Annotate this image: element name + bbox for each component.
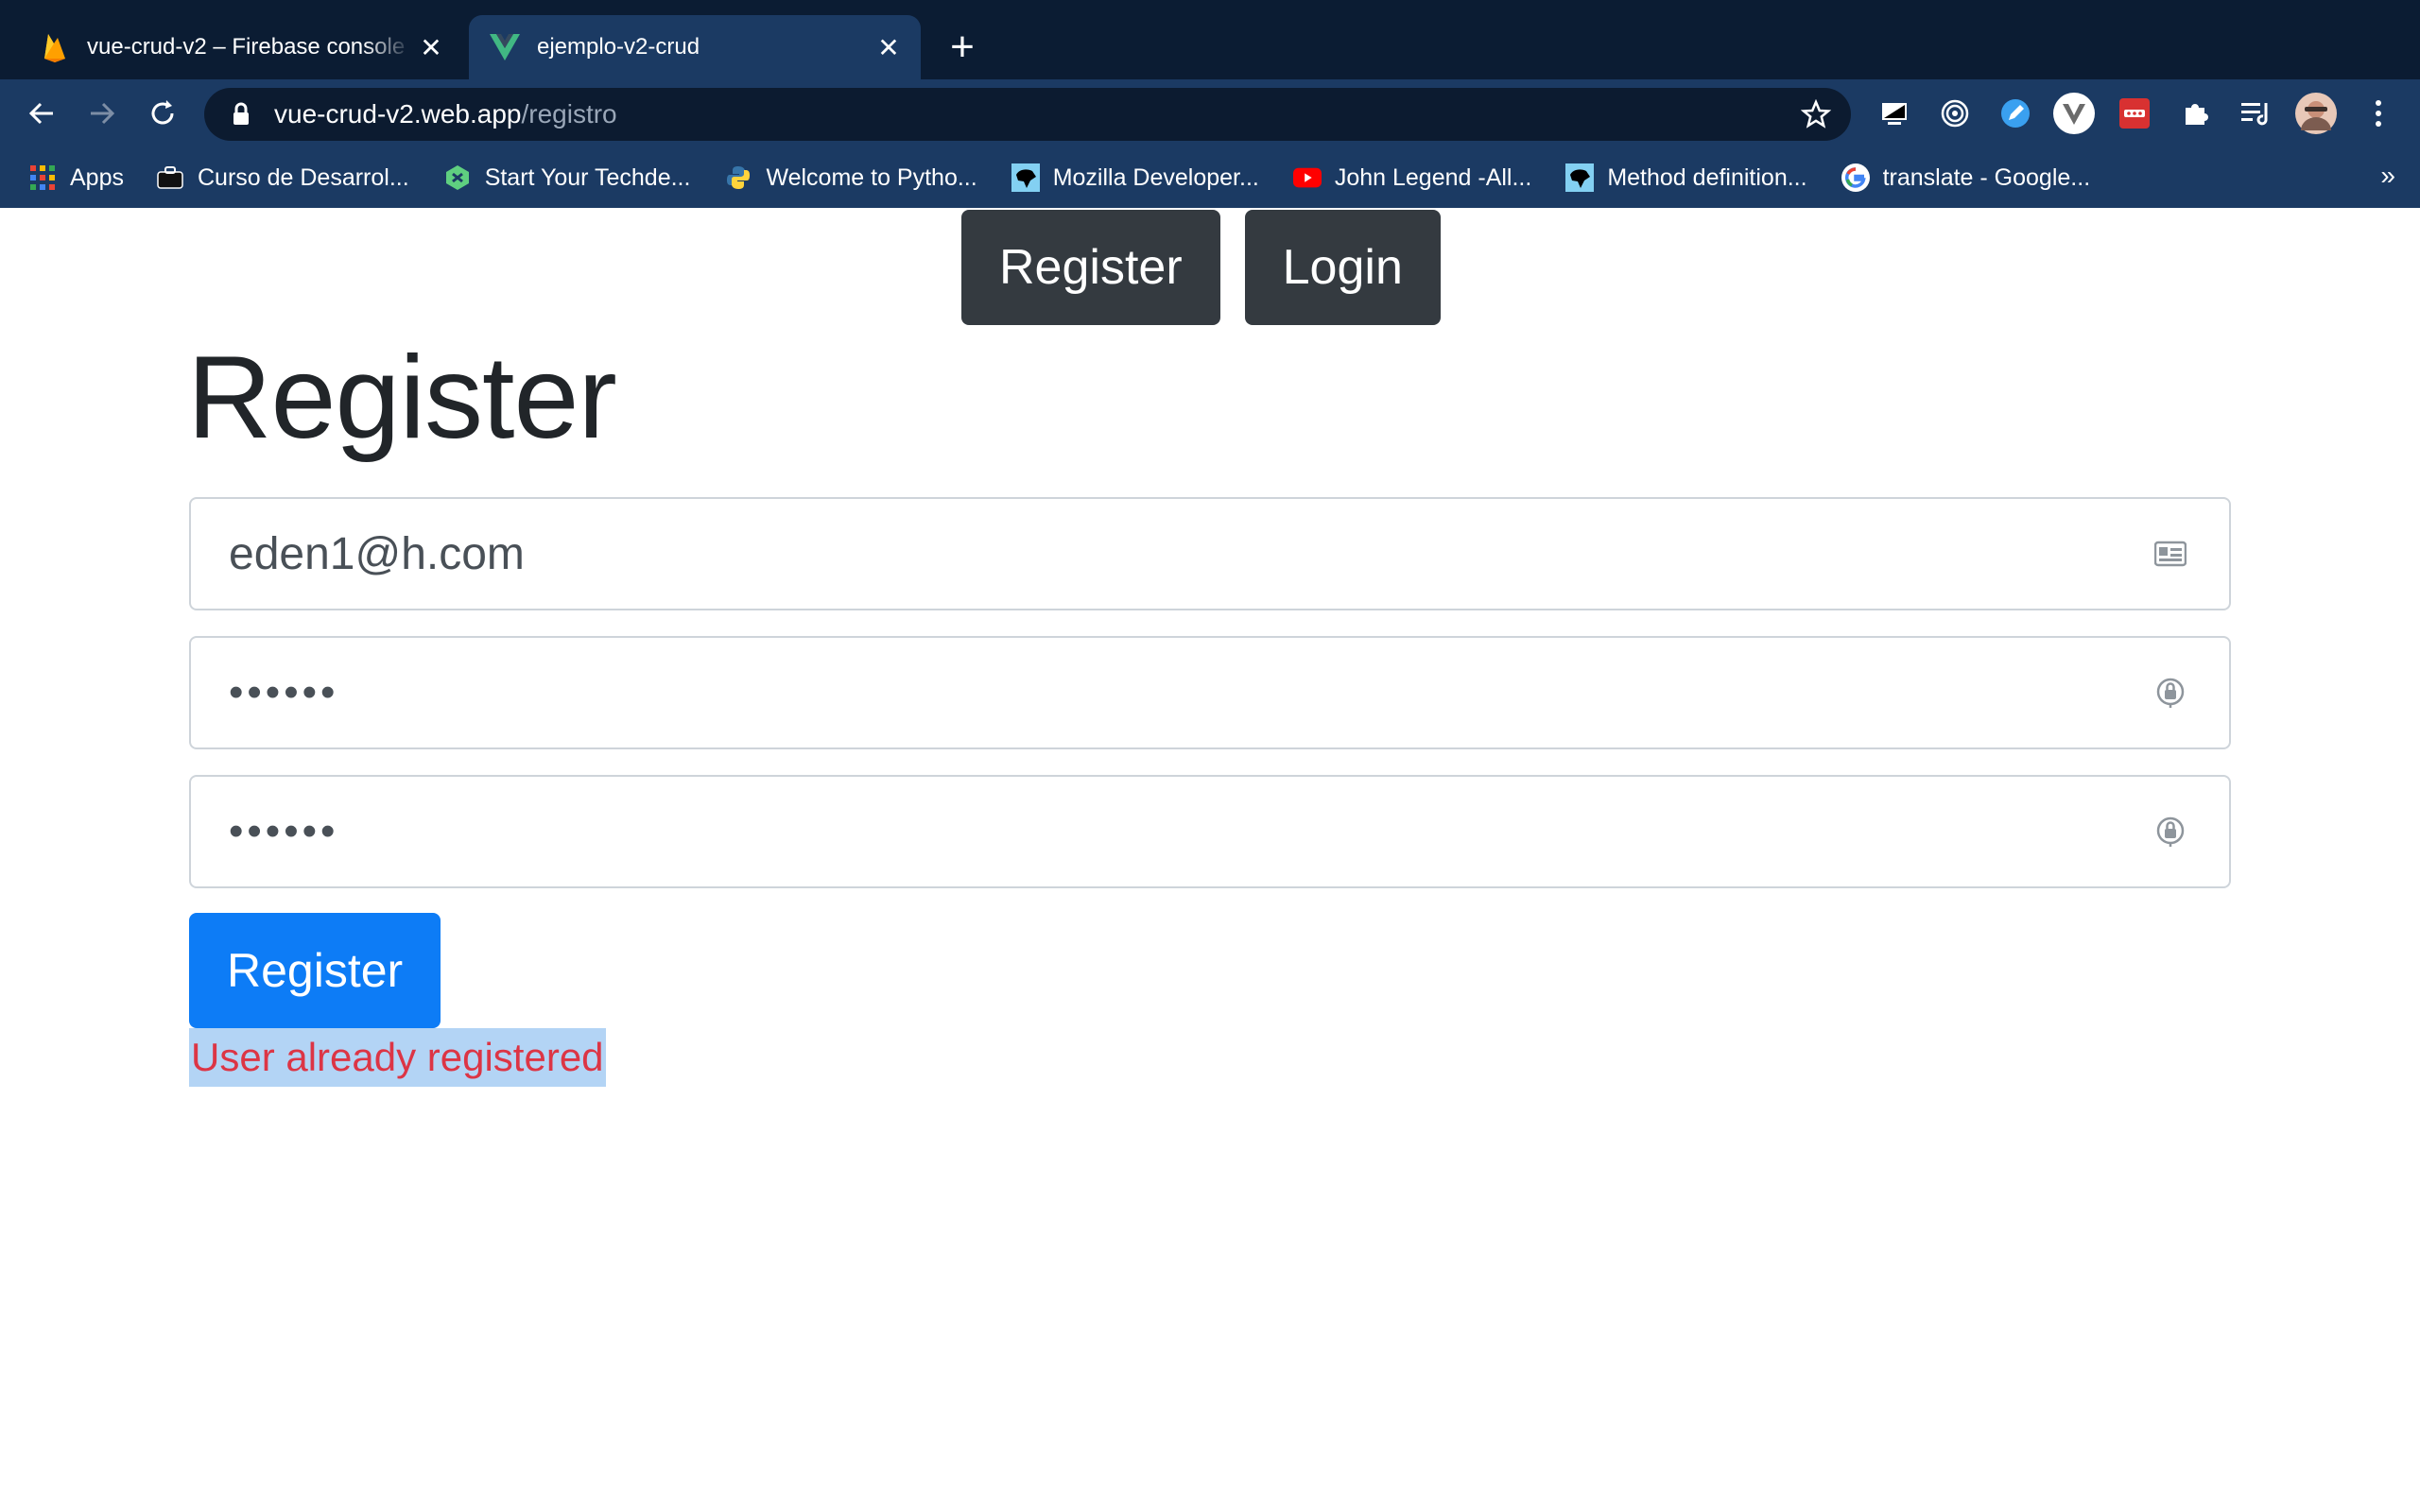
register-submit-button[interactable]: Register	[189, 913, 441, 1028]
firebase-icon	[40, 32, 70, 62]
bookmark-youtube[interactable]: John Legend -All...	[1292, 147, 1532, 208]
bookmark-label: Welcome to Pytho...	[766, 163, 977, 191]
bookmark-star-icon[interactable]	[1798, 96, 1834, 132]
nav-register-button[interactable]: Register	[961, 210, 1220, 325]
bookmark-label: Apps	[70, 163, 124, 191]
bookmark-mdn[interactable]: Mozilla Developer...	[1011, 147, 1259, 208]
pen-extension-icon[interactable]	[1995, 93, 2036, 134]
bookmark-google-translate[interactable]: translate - Google...	[1841, 147, 2091, 208]
key-icon[interactable]	[2153, 815, 2187, 849]
bookmark-label: translate - Google...	[1882, 163, 2091, 191]
apps-grid-icon	[28, 163, 57, 192]
password-field[interactable]: ••••••	[189, 636, 2231, 749]
tab-title: vue-crud-v2 – Firebase console	[87, 34, 406, 60]
bookmarks-bar: Apps Curso de Desarrol... Start Your Tec…	[0, 147, 2420, 208]
tab-ejemplo-v2-crud[interactable]: ejemplo-v2-crud ✕	[469, 15, 921, 79]
google-icon	[1841, 163, 1870, 192]
more-menu-icon[interactable]	[2358, 93, 2399, 134]
close-tab-icon[interactable]: ✕	[412, 28, 450, 66]
contact-card-icon[interactable]	[2153, 537, 2187, 571]
new-tab-button[interactable]: +	[942, 26, 983, 68]
avatar[interactable]	[2295, 93, 2337, 134]
confirm-password-mask: ••••••	[229, 808, 339, 854]
email-value: eden1@h.com	[229, 528, 525, 579]
browser-toolbar: vue-crud-v2.web.app/registro	[0, 79, 2420, 147]
target-extension-icon[interactable]	[1934, 93, 1976, 134]
password-manager-icon[interactable]	[2114, 93, 2155, 134]
mdn-icon	[1011, 163, 1040, 192]
python-icon	[724, 163, 752, 192]
vue-icon	[490, 32, 520, 62]
page-title: Register	[187, 333, 617, 463]
bookmark-python[interactable]: Welcome to Pytho...	[724, 147, 977, 208]
screen-extension-icon[interactable]	[1874, 93, 1915, 134]
media-queue-icon[interactable]	[2235, 93, 2276, 134]
bookmark-apps[interactable]: Apps	[28, 147, 124, 208]
bookmark-method-definition[interactable]: Method definition...	[1565, 147, 1807, 208]
browser-chrome: vue-crud-v2 – Firebase console ✕ ejemplo…	[0, 0, 2420, 208]
url-host: vue-crud-v2.web.app	[274, 99, 522, 129]
nav-login-button[interactable]: Login	[1244, 210, 1441, 325]
tab-firebase-console[interactable]: vue-crud-v2 – Firebase console ✕	[19, 15, 463, 79]
bookmark-label: John Legend -All...	[1334, 163, 1532, 191]
bookmark-label: Mozilla Developer...	[1052, 163, 1259, 191]
bookmark-label: Curso de Desarrol...	[197, 163, 409, 191]
back-arrow-icon[interactable]	[21, 93, 62, 134]
page-content: Register Login Register eden1@h.com ••••…	[0, 208, 2420, 1512]
forward-arrow-icon[interactable]	[81, 93, 123, 134]
key-icon[interactable]	[2153, 676, 2187, 710]
techdegree-icon	[443, 163, 472, 192]
url-text: vue-crud-v2.web.app/registro	[274, 99, 617, 129]
error-message: User already registered	[189, 1028, 606, 1087]
suitcase-icon	[156, 163, 184, 192]
close-tab-icon[interactable]: ✕	[870, 28, 908, 66]
tab-strip: vue-crud-v2 – Firebase console ✕ ejemplo…	[0, 0, 2420, 79]
email-field[interactable]: eden1@h.com	[189, 497, 2231, 610]
mdn-icon	[1565, 163, 1595, 192]
bookmark-label: Start Your Techde...	[484, 163, 691, 191]
reload-icon[interactable]	[142, 93, 183, 134]
address-bar[interactable]: vue-crud-v2.web.app/registro	[204, 88, 1851, 141]
lock-icon	[227, 102, 255, 127]
bookmark-curso[interactable]: Curso de Desarrol...	[156, 147, 409, 208]
extensions-puzzle-icon[interactable]	[2174, 93, 2216, 134]
vue-devtools-icon[interactable]	[2053, 93, 2095, 134]
bookmarks-overflow-icon[interactable]: »	[2380, 161, 2395, 191]
youtube-icon	[1292, 163, 1322, 192]
top-nav: Register Login	[961, 210, 1441, 325]
password-mask: ••••••	[229, 669, 339, 715]
tab-title: ejemplo-v2-crud	[537, 34, 700, 60]
bookmark-label: Method definition...	[1607, 163, 1807, 191]
confirm-password-field[interactable]: ••••••	[189, 775, 2231, 888]
url-path: /registro	[521, 99, 617, 129]
bookmark-techdegree[interactable]: Start Your Techde...	[443, 147, 691, 208]
